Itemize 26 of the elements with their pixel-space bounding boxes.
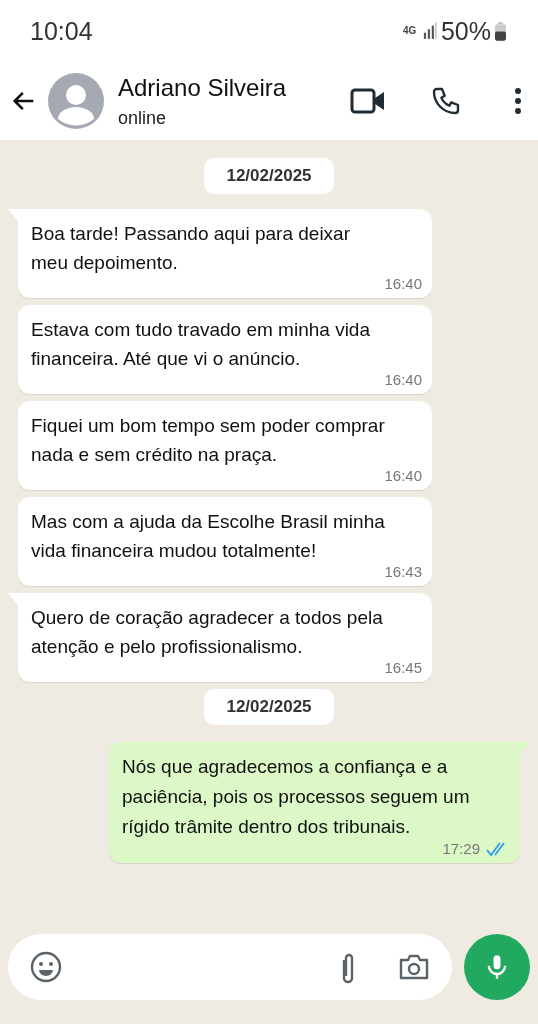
signal-icon	[422, 22, 437, 40]
message-time: 16:40	[384, 371, 422, 388]
more-options-icon[interactable]	[514, 87, 522, 115]
date-separator: 12/02/2025	[204, 158, 334, 194]
message-time: 16:45	[384, 659, 422, 676]
message-text: Fiquei um bom tempo sem poder comprar nada e sem crédito na praça.	[31, 414, 386, 467]
date-separator: 12/02/2025	[204, 689, 334, 725]
message-time: 17:29	[442, 840, 480, 857]
message-text: Estava com tudo travado em minha vida financeira. Até que vi o anúncio.	[31, 318, 371, 371]
message-text: Nós que agradecemos a confiança e a paciência, pois os processos seguem um rígido trâmite dentro dos tribunais.	[122, 755, 471, 839]
camera-icon[interactable]	[398, 953, 430, 981]
emoji-icon[interactable]	[30, 951, 62, 983]
message-time: 16:43	[384, 563, 422, 580]
phone-call-icon[interactable]	[430, 85, 462, 117]
contact-name[interactable]: Adriano Silveira	[118, 73, 350, 102]
message-time: 16:40	[384, 275, 422, 292]
status-time: 10:04	[30, 16, 93, 46]
video-call-icon[interactable]	[350, 87, 386, 115]
battery-percent: 50%	[440, 16, 491, 46]
message-text: Quero de coração agradecer a todos pela atenção e pelo profissionalismo.	[31, 606, 384, 659]
network-label: 4G	[402, 26, 418, 36]
message-time: 16:40	[384, 467, 422, 484]
presence-status: online	[118, 107, 168, 129]
battery-icon	[495, 21, 506, 41]
message-text: Mas com a ajuda da Escolhe Brasil minha vida financeira mudou totalmente!	[31, 510, 386, 563]
message-text: Boa tarde! Passando aqui para deixar meu depoimento.	[31, 222, 351, 275]
